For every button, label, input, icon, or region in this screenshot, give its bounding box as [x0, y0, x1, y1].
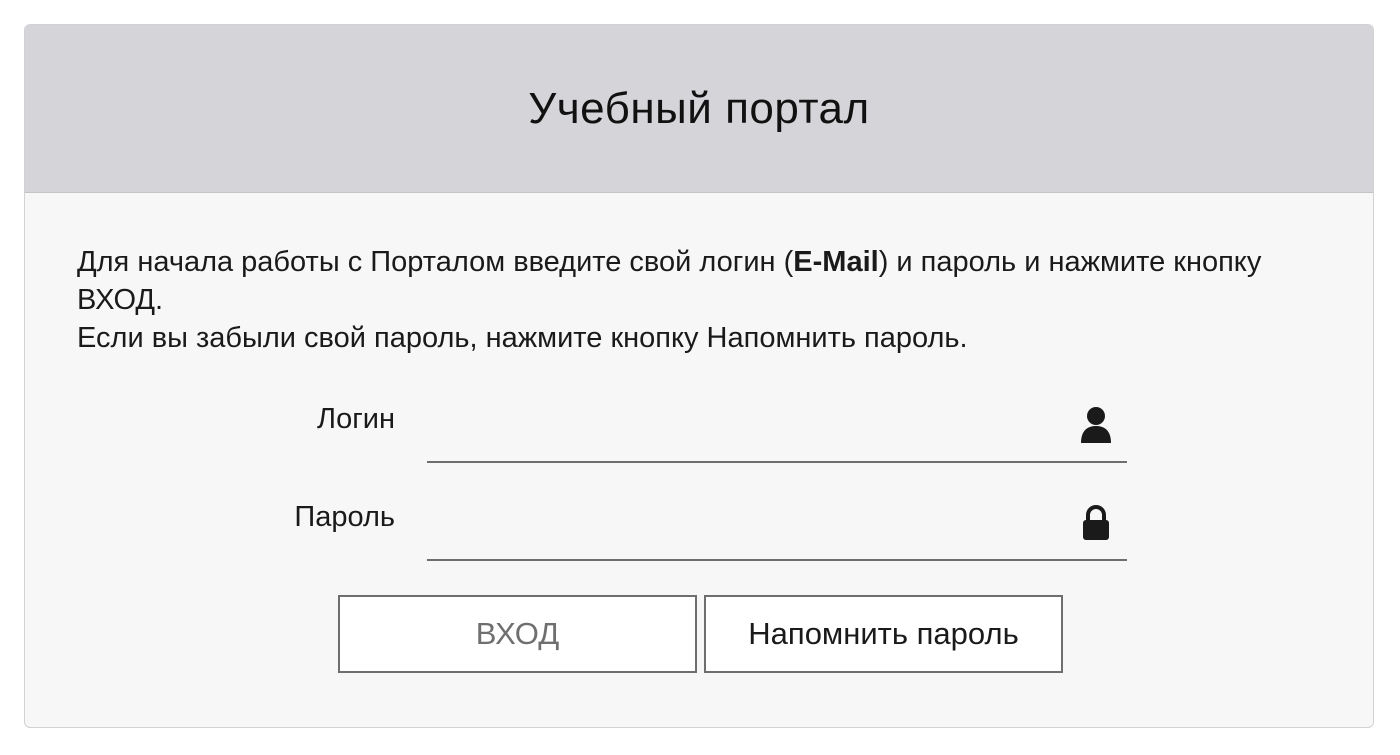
intro-text: Для начала работы с Порталом введите сво… [77, 243, 1337, 357]
remind-password-button[interactable]: Напомнить пароль [704, 595, 1063, 673]
card-header: Учебный портал [25, 25, 1373, 193]
password-row: Пароль [25, 495, 1373, 561]
intro-email-emphasis: E-Mail [793, 246, 879, 278]
login-field[interactable] [427, 397, 1127, 463]
user-icon [1081, 407, 1111, 443]
password-label: Пароль [294, 501, 395, 533]
intro-line-2: Если вы забыли свой пароль, нажмите кноп… [77, 322, 968, 354]
intro-line-1: Для начала работы с Порталом введите сво… [77, 243, 1337, 319]
login-button[interactable]: ВХОД [338, 595, 697, 673]
page-title: Учебный портал [528, 83, 870, 133]
login-row: Логин [25, 397, 1373, 463]
lock-icon [1083, 505, 1109, 540]
intro-line-1-start: Для начала работы с Порталом введите сво… [77, 246, 794, 278]
password-field[interactable] [427, 495, 1127, 561]
login-card: Учебный портал Для начала работы с Порта… [24, 24, 1374, 728]
password-input[interactable] [427, 495, 1075, 555]
login-label: Логин [317, 403, 395, 435]
login-input[interactable] [427, 397, 1075, 457]
